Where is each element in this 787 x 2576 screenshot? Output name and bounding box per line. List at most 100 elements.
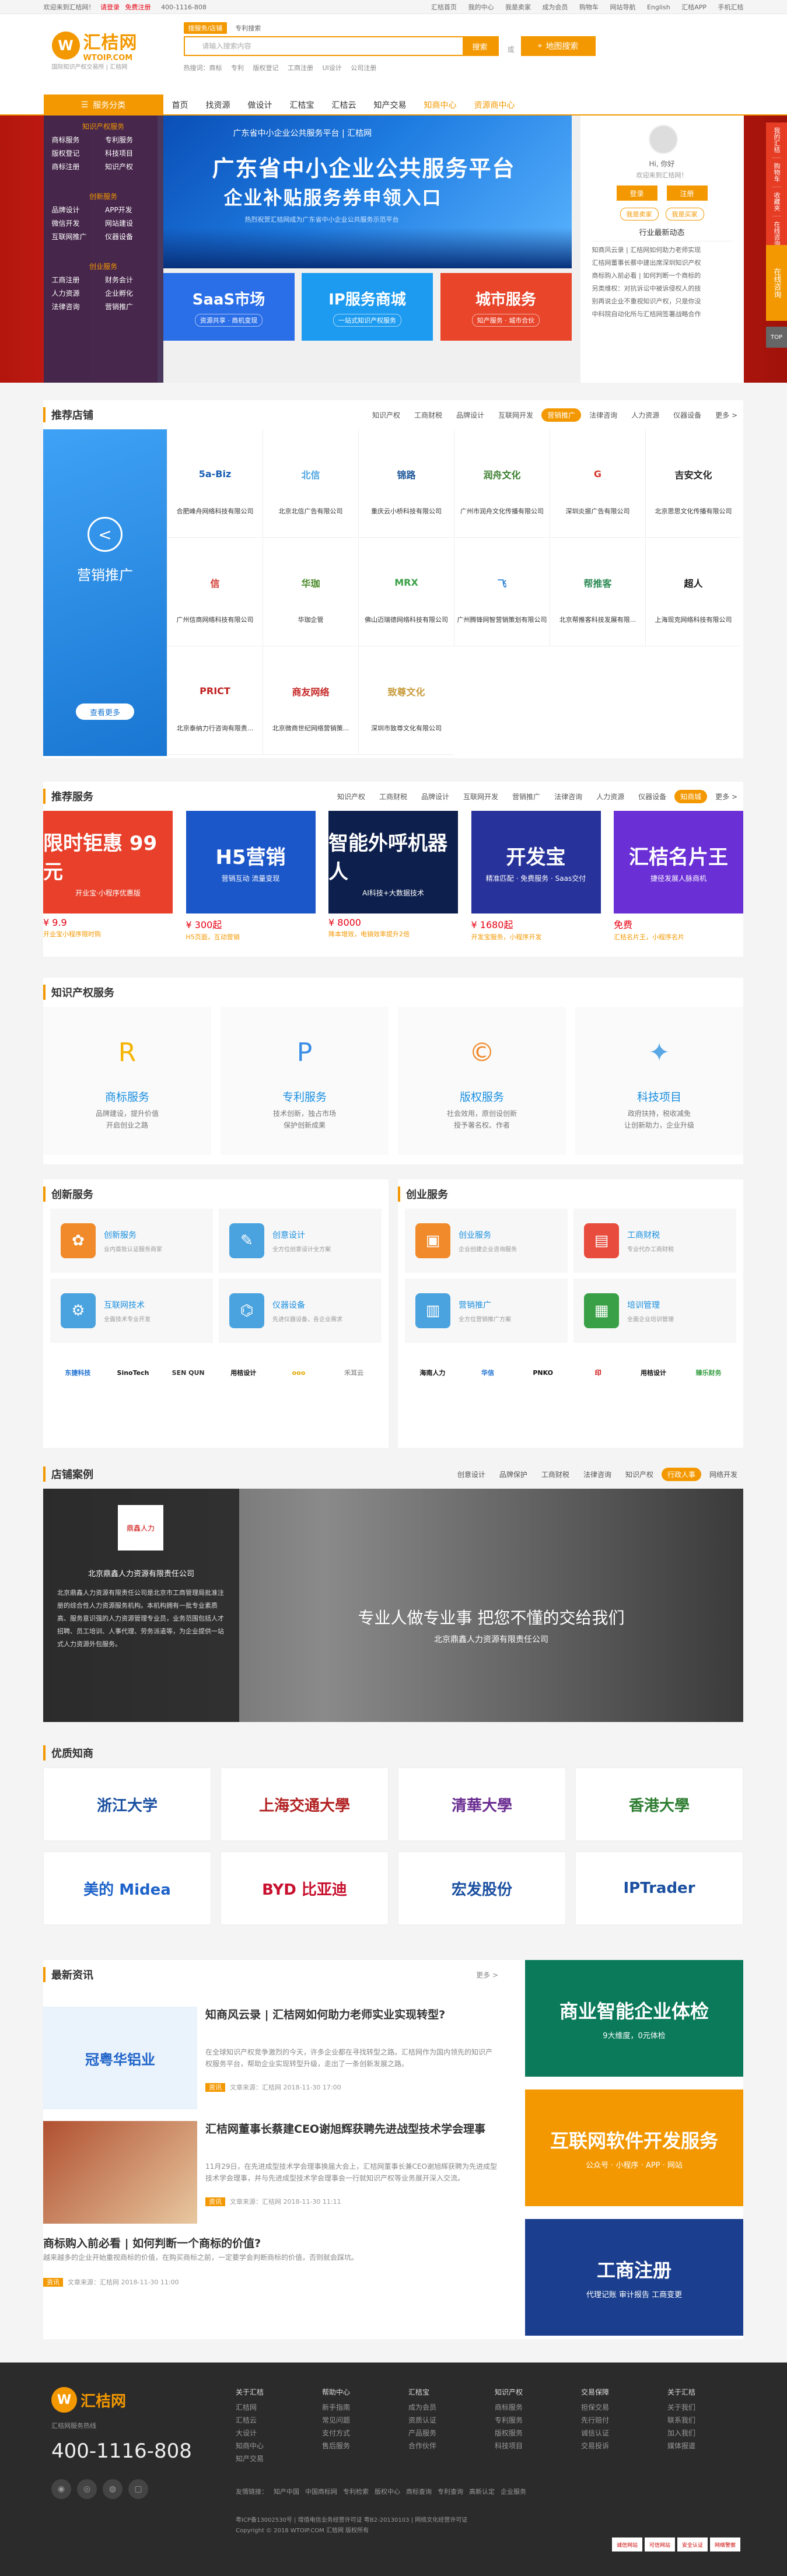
sidebar-item[interactable]: 人力资源 bbox=[52, 288, 102, 298]
tab[interactable]: 品牌设计 bbox=[450, 408, 490, 422]
shop-card[interactable]: 商友网络 北京微商世纪网络营销策... bbox=[263, 646, 358, 755]
news-title[interactable]: 汇桔网董事长蔡建CEO谢旭辉获聘先进战型技术学会理事 bbox=[205, 2121, 485, 2137]
nav-item-resources[interactable]: 找资源 bbox=[197, 99, 239, 111]
nav-item-huijubao[interactable]: 汇桔宝 bbox=[281, 99, 323, 111]
tab[interactable]: 法律咨询 bbox=[583, 408, 623, 422]
login-link[interactable]: 请登录 bbox=[100, 4, 120, 11]
news-link[interactable]: 另类维权：对抗诉讼中被诉侵权人的技 bbox=[592, 282, 732, 295]
partner-logo[interactable]: 臻乐财务 bbox=[687, 1351, 730, 1394]
tab[interactable]: 行政人事 bbox=[661, 1467, 701, 1481]
case-banner[interactable]: 鼎鑫人力 北京鼎鑫人力资源有限责任公司 北京鼎鑫人力资源有限责任公司是北京市工商… bbox=[43, 1489, 743, 1722]
qq-icon[interactable]: ◍ bbox=[103, 2479, 123, 2499]
hot-word[interactable]: 公司注册 bbox=[351, 64, 376, 72]
sidebar-item[interactable]: 企业孵化 bbox=[105, 288, 155, 298]
partner-logo[interactable]: 禾耳云 bbox=[333, 1351, 376, 1394]
tab[interactable]: 品牌设计 bbox=[415, 790, 455, 803]
news-link[interactable]: 汇桔网董事长蔡中建出席深圳知识产权 bbox=[592, 257, 732, 270]
friend-link[interactable]: 专利检索 bbox=[343, 2488, 369, 2496]
sidebar-item[interactable]: 品牌设计 bbox=[52, 205, 102, 215]
top-link-sitemap[interactable]: 网站导航 bbox=[610, 4, 635, 11]
nav-item-design[interactable]: 做设计 bbox=[239, 99, 281, 111]
tab[interactable]: 工商财税 bbox=[373, 790, 413, 803]
service-item[interactable]: ✿ 创新服务 业内首批认证服务商家 bbox=[50, 1209, 213, 1273]
partner-logo[interactable]: 印 bbox=[576, 1351, 620, 1394]
footer-link[interactable]: 担保交易 bbox=[581, 2401, 667, 2414]
footer-link[interactable]: 关于我们 bbox=[667, 2401, 754, 2414]
news-ad[interactable]: 商业智能企业体检 9大维度，0元体检 bbox=[525, 1960, 743, 2077]
sidebar-item[interactable]: 商标服务 bbox=[52, 135, 102, 145]
tab-active[interactable]: 营销推广 bbox=[541, 408, 582, 422]
shop-card[interactable]: 飞广州腾锋网智营销策划有限公司 bbox=[454, 538, 550, 646]
footer-link[interactable]: 诚信认证 bbox=[581, 2427, 667, 2440]
sidebar-item[interactable]: APP开发 bbox=[105, 205, 155, 215]
brand-logo[interactable]: 宏发股份 bbox=[398, 1852, 566, 1925]
sidebar-item[interactable]: 版权登记 bbox=[52, 148, 102, 158]
top-link-mobile[interactable]: 手机汇桔 bbox=[718, 4, 744, 11]
news-link[interactable]: 商标购入前必看 | 如何判断一个商标的 bbox=[592, 270, 732, 282]
brand-logo[interactable]: IPTrader bbox=[575, 1852, 743, 1925]
trust-badge[interactable]: 网络警察 bbox=[710, 2538, 740, 2552]
service-card[interactable]: 智能外呼机器人 AI科技+大数据技术 ¥ 8000 降本增效，电销效率提升2倍 bbox=[328, 811, 458, 942]
nav-item-cloud[interactable]: 汇桔云 bbox=[323, 99, 365, 111]
footer-link[interactable]: 合作伙伴 bbox=[408, 2440, 495, 2452]
brand-logo[interactable]: 清華大學 bbox=[398, 1768, 566, 1841]
top-link-center[interactable]: 我的中心 bbox=[468, 4, 494, 11]
footer-link[interactable]: 媒体报道 bbox=[667, 2440, 754, 2452]
footer-link[interactable]: 知产交易 bbox=[236, 2452, 322, 2465]
sidebar-item[interactable]: 财务会计 bbox=[105, 275, 155, 285]
service-card[interactable]: 限时钜惠 99元 开业宝·小程序优惠版 ¥ 9.9 开业宝小程序限时购 bbox=[43, 811, 173, 942]
top-link-english[interactable]: English bbox=[647, 4, 670, 11]
shop-card[interactable]: 5a-Biz 合肥峰舟网络科技有限公司 bbox=[167, 429, 263, 538]
news-title[interactable]: 知商风云录 | 汇桔网如何助力老师实业实现转型? bbox=[205, 2007, 445, 2023]
partner-logo[interactable]: SinoTech bbox=[111, 1351, 155, 1394]
search-input[interactable]: 请输入搜索内容 bbox=[185, 37, 463, 55]
hot-word[interactable]: 专利 bbox=[231, 64, 244, 72]
tab[interactable]: 法律咨询 bbox=[548, 790, 588, 803]
nav-item-resource-center[interactable]: 资源商中心 bbox=[466, 99, 524, 111]
register-button[interactable]: 注册 bbox=[666, 186, 708, 201]
sidebar-item[interactable]: 法律咨询 bbox=[52, 302, 102, 312]
tab[interactable]: 工商财税 bbox=[536, 1468, 575, 1481]
service-item[interactable]: ⌬ 仪器设备 先进仪器设备，各企业需求 bbox=[219, 1279, 382, 1343]
sidebar-item[interactable]: 专利服务 bbox=[105, 135, 155, 145]
friend-link[interactable]: 中国商标网 bbox=[305, 2488, 337, 2496]
partner-logo[interactable]: 用桔设计 bbox=[632, 1351, 675, 1394]
nav-item-merchant-center[interactable]: 知商中心 bbox=[415, 99, 466, 111]
news-item[interactable]: 汇桔网董事长蔡建CEO谢旭辉获聘先进战型技术学会理事 11月29日，在先进成型技术… bbox=[43, 2109, 498, 2224]
footer-link[interactable]: 汇桔云 bbox=[236, 2414, 322, 2427]
partner-logo[interactable]: PNKO bbox=[522, 1351, 565, 1394]
footer-logo[interactable]: W 汇桔网 bbox=[51, 2387, 126, 2413]
footer-link[interactable]: 商标服务 bbox=[495, 2401, 581, 2414]
brand-logo[interactable]: 浙江大学 bbox=[43, 1768, 211, 1841]
shop-card[interactable]: 帮推客 北京帮推客科技发展有限... bbox=[550, 538, 645, 646]
top-link-member[interactable]: 成为会员 bbox=[542, 4, 568, 11]
news-item[interactable]: 商标购入前必看 | 如何判断一个商标的价值? 越来越多的企业开始重视商标的价值，在… bbox=[43, 2224, 498, 2332]
tab[interactable]: 知商城 bbox=[674, 789, 708, 803]
mini-banner-ip-mall[interactable]: IP服务商城 一站式知识产权服务 bbox=[302, 273, 433, 341]
shop-card[interactable]: 超人 上海现克网络科技有限公司 bbox=[645, 538, 741, 646]
tab[interactable]: 互联网开发 bbox=[457, 790, 504, 803]
ip-card[interactable]: P 专利服务 技术创新，独占市场 保护创新成果 bbox=[221, 1007, 389, 1155]
trust-badge[interactable]: 可信网站 bbox=[645, 2538, 675, 2552]
sidebar-item[interactable]: 科技项目 bbox=[105, 148, 155, 158]
footer-link[interactable]: 科技项目 bbox=[495, 2440, 581, 2452]
tab[interactable]: 知识产权 bbox=[331, 790, 371, 803]
tab[interactable]: 创意设计 bbox=[452, 1468, 491, 1481]
mini-banner-city[interactable]: 城市服务 知产服务 · 城市合伙 bbox=[440, 273, 572, 341]
tab[interactable]: 知识产权 bbox=[620, 1468, 659, 1481]
tab[interactable]: 品牌保护 bbox=[494, 1468, 533, 1481]
float-cart[interactable]: 购物车 bbox=[772, 158, 781, 187]
tab[interactable]: 人力资源 bbox=[590, 790, 630, 803]
friend-link[interactable]: 专利查询 bbox=[438, 2488, 463, 2496]
shop-card[interactable]: PRICT 北京泰纳力行咨询有限责... bbox=[167, 646, 263, 755]
tab[interactable]: 互联网开发 bbox=[492, 408, 539, 422]
shop-card[interactable]: MRX 佛山迈瑞德网络科技有限公司 bbox=[358, 538, 454, 646]
category-menu-button[interactable]: ☰ 服务分类 bbox=[43, 94, 163, 116]
tab[interactable]: 人力资源 bbox=[625, 408, 665, 422]
footer-link[interactable]: 产品服务 bbox=[408, 2427, 495, 2440]
footer-link[interactable]: 售后服务 bbox=[322, 2440, 408, 2452]
top-link-seller[interactable]: 我是卖家 bbox=[505, 4, 531, 11]
shop-card[interactable]: 锦路 重庆云小桥科技有限公司 bbox=[358, 429, 454, 538]
shop-card[interactable]: 信广州信商网络科技有限公司 bbox=[167, 538, 263, 646]
service-item[interactable]: ▥ 营销推广 全方位营销推广方案 bbox=[405, 1279, 568, 1343]
